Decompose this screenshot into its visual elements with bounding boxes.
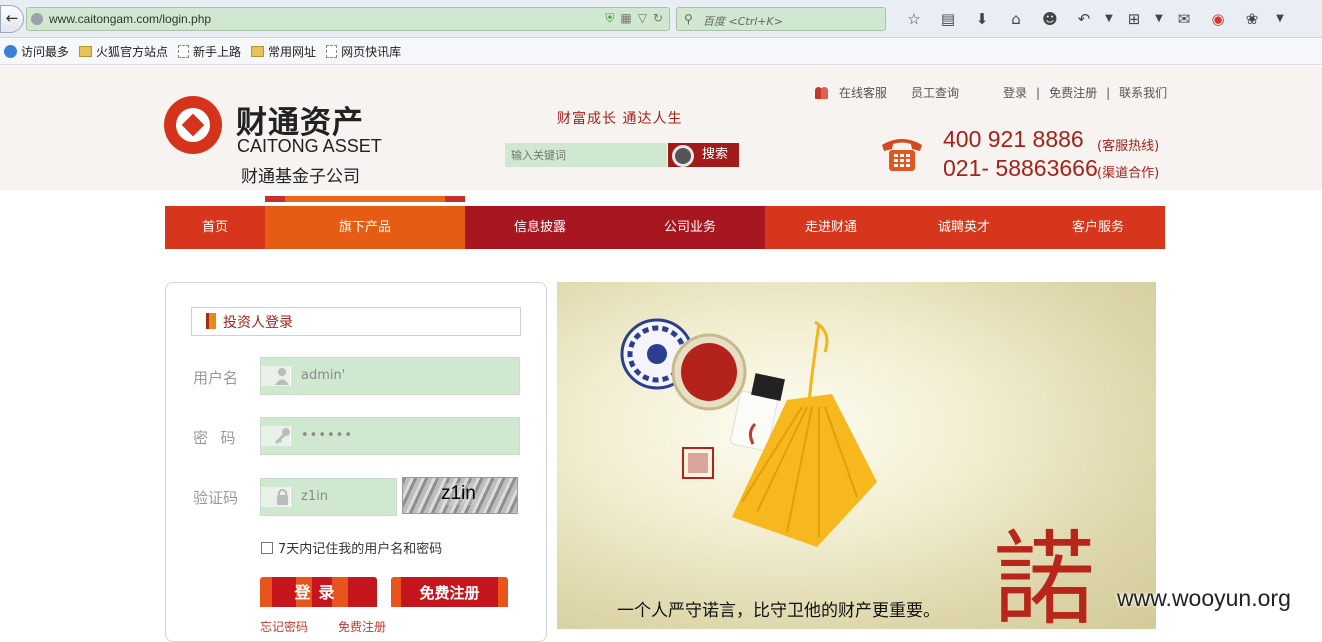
contact-link[interactable]: 联系我们: [1119, 84, 1167, 101]
shield-icon[interactable]: ⛨: [605, 11, 614, 26]
hotline-number: 400 921 8886: [943, 126, 1084, 152]
bookmark-common-sites[interactable]: 常用网址: [251, 43, 316, 60]
telephone-icon: [882, 139, 922, 171]
browser-search-bar[interactable]: ⚲ 百度 <Ctrl+K>: [676, 7, 886, 31]
login-link[interactable]: 登录: [1003, 84, 1027, 101]
lock-icon: [261, 487, 291, 507]
channel-number: 021- 58863666: [943, 155, 1098, 181]
nav-item-products[interactable]: 旗下产品: [265, 206, 465, 249]
undo-icon[interactable]: ↶: [1067, 8, 1101, 30]
download-icon[interactable]: ⬇: [965, 8, 999, 30]
password-label: 密 码: [193, 429, 237, 447]
weibo-icon[interactable]: ◉: [1201, 8, 1235, 30]
dropdown-arrow-icon[interactable]: ▽: [638, 11, 647, 26]
site-search-input[interactable]: [505, 143, 667, 167]
register-link-top[interactable]: 免费注册: [1049, 84, 1097, 101]
login-title: 投资人登录: [223, 315, 293, 331]
qr-code-icon[interactable]: ▦: [620, 11, 631, 26]
main-nav: 首页 旗下产品 信息披露 公司业务 走进财通 诚聘英才 客户服务: [165, 206, 1165, 249]
top-links: 在线客服 员工查询 登录 | 免费注册 | 联系我们: [815, 84, 1167, 101]
register-button[interactable]: 免费注册: [391, 577, 508, 607]
password-field[interactable]: ••••••: [260, 417, 520, 455]
remember-me[interactable]: 7天内记住我的用户名和密码: [261, 538, 442, 557]
banner-image: 一个人严守诺言，比守卫他的财产更重要。 諾: [557, 282, 1156, 629]
logo-icon[interactable]: [164, 96, 222, 154]
bookmark-most-visited[interactable]: 访问最多: [4, 43, 69, 60]
captcha-field[interactable]: z1in: [260, 478, 397, 516]
bookmarks-bar: 访问最多 火狐官方站点 新手上路 常用网址 网页快讯库: [0, 39, 1322, 65]
site-identity-icon[interactable]: [31, 13, 43, 25]
door-icon: [206, 313, 216, 329]
dropdown-icon[interactable]: ▼: [1151, 8, 1167, 30]
nav-item-about[interactable]: 走进财通: [765, 206, 897, 249]
extension-icon[interactable]: ❀: [1235, 8, 1269, 30]
folder-icon: [251, 46, 265, 57]
logo-subtitle: 财通基金子公司: [241, 167, 360, 187]
user-icon: [261, 366, 291, 386]
toolbar-icons: ☆ ▤ ⬇ ⌂ ☻ ↶ ▼ ⊞ ▼ ✉ ◉ ❀ ▼: [897, 8, 1291, 30]
slogan: 财富成长 通达人生: [557, 111, 683, 127]
username-value: admin': [301, 368, 346, 383]
nav-item-service[interactable]: 客户服务: [1031, 206, 1165, 249]
dropdown-icon[interactable]: ▼: [1101, 8, 1117, 30]
staff-query-link[interactable]: 员工查询: [911, 84, 959, 101]
page-icon: [326, 45, 338, 58]
magnifier-icon: [672, 145, 694, 167]
nav-item-disclosure[interactable]: 信息披露: [465, 206, 615, 249]
reload-icon[interactable]: ↻: [653, 11, 663, 26]
nav-item-home[interactable]: 首页: [165, 206, 265, 249]
comment-icon[interactable]: ✉: [1167, 8, 1201, 30]
online-service-link[interactable]: 在线客服: [839, 84, 887, 101]
back-button[interactable]: ←: [0, 5, 24, 33]
url-text: www.caitongam.com/login.php: [49, 12, 212, 26]
home-icon[interactable]: ⌂: [999, 8, 1033, 30]
folder-icon: [79, 46, 93, 57]
bookmark-star-icon[interactable]: ☆: [897, 8, 931, 30]
hotline-note: (客服热线): [1097, 139, 1160, 154]
site-search-button[interactable]: 搜索: [668, 143, 739, 167]
captcha-value: z1in: [301, 489, 328, 504]
crop-icon[interactable]: ⊞: [1117, 8, 1151, 30]
search-icon: ⚲: [684, 12, 693, 26]
browser-toolbar: ← www.caitongam.com/login.php ⛨ ▦ ▽ ↻ ⚲ …: [0, 0, 1322, 38]
browser-search-placeholder: 百度 <Ctrl+K>: [703, 15, 783, 28]
remember-checkbox[interactable]: [261, 541, 273, 554]
banner-calligraphy: 諾: [993, 521, 1095, 630]
bookmark-web-slices[interactable]: 网页快讯库: [326, 43, 401, 60]
url-bar-icons: ⛨ ▦ ▽ ↻: [605, 11, 663, 26]
username-field[interactable]: admin': [260, 357, 520, 395]
nav-item-business[interactable]: 公司业务: [615, 206, 765, 249]
channel-note: (渠道合作): [1097, 166, 1160, 181]
globe-icon: [4, 45, 17, 58]
captcha-label: 验证码: [193, 489, 239, 507]
captcha-image[interactable]: z1in: [402, 477, 518, 514]
banner-caption: 一个人严守诺言，比守卫他的财产更重要。: [617, 601, 940, 621]
separator: |: [1106, 85, 1111, 100]
customer-service-icon: [815, 86, 829, 99]
chat-icon[interactable]: ☻: [1033, 8, 1067, 30]
captcha-image-text: z1in: [441, 483, 476, 505]
nav-active-indicator: [265, 196, 465, 202]
login-button[interactable]: 登录: [260, 577, 377, 607]
watermark: www.wooyun.org: [1117, 585, 1291, 611]
username-label: 用户名: [193, 369, 239, 387]
url-bar[interactable]: www.caitongam.com/login.php ⛨ ▦ ▽ ↻: [26, 7, 670, 31]
reading-list-icon[interactable]: ▤: [931, 8, 965, 30]
register-link[interactable]: 免费注册: [338, 618, 386, 635]
separator: |: [1036, 85, 1041, 100]
remember-label: 7天内记住我的用户名和密码: [278, 542, 443, 557]
logo-text-en: CAITONG ASSET: [237, 136, 382, 156]
bookmark-getting-started[interactable]: 新手上路: [178, 43, 241, 60]
password-value: ••••••: [301, 428, 354, 443]
nav-item-careers[interactable]: 诚聘英才: [897, 206, 1031, 249]
page-icon: [178, 45, 190, 58]
bookmark-firefox-official[interactable]: 火狐官方站点: [79, 43, 168, 60]
forgot-password-link[interactable]: 忘记密码: [260, 618, 308, 635]
key-icon: [261, 426, 291, 446]
menu-dropdown-icon[interactable]: ▼: [1269, 8, 1291, 30]
